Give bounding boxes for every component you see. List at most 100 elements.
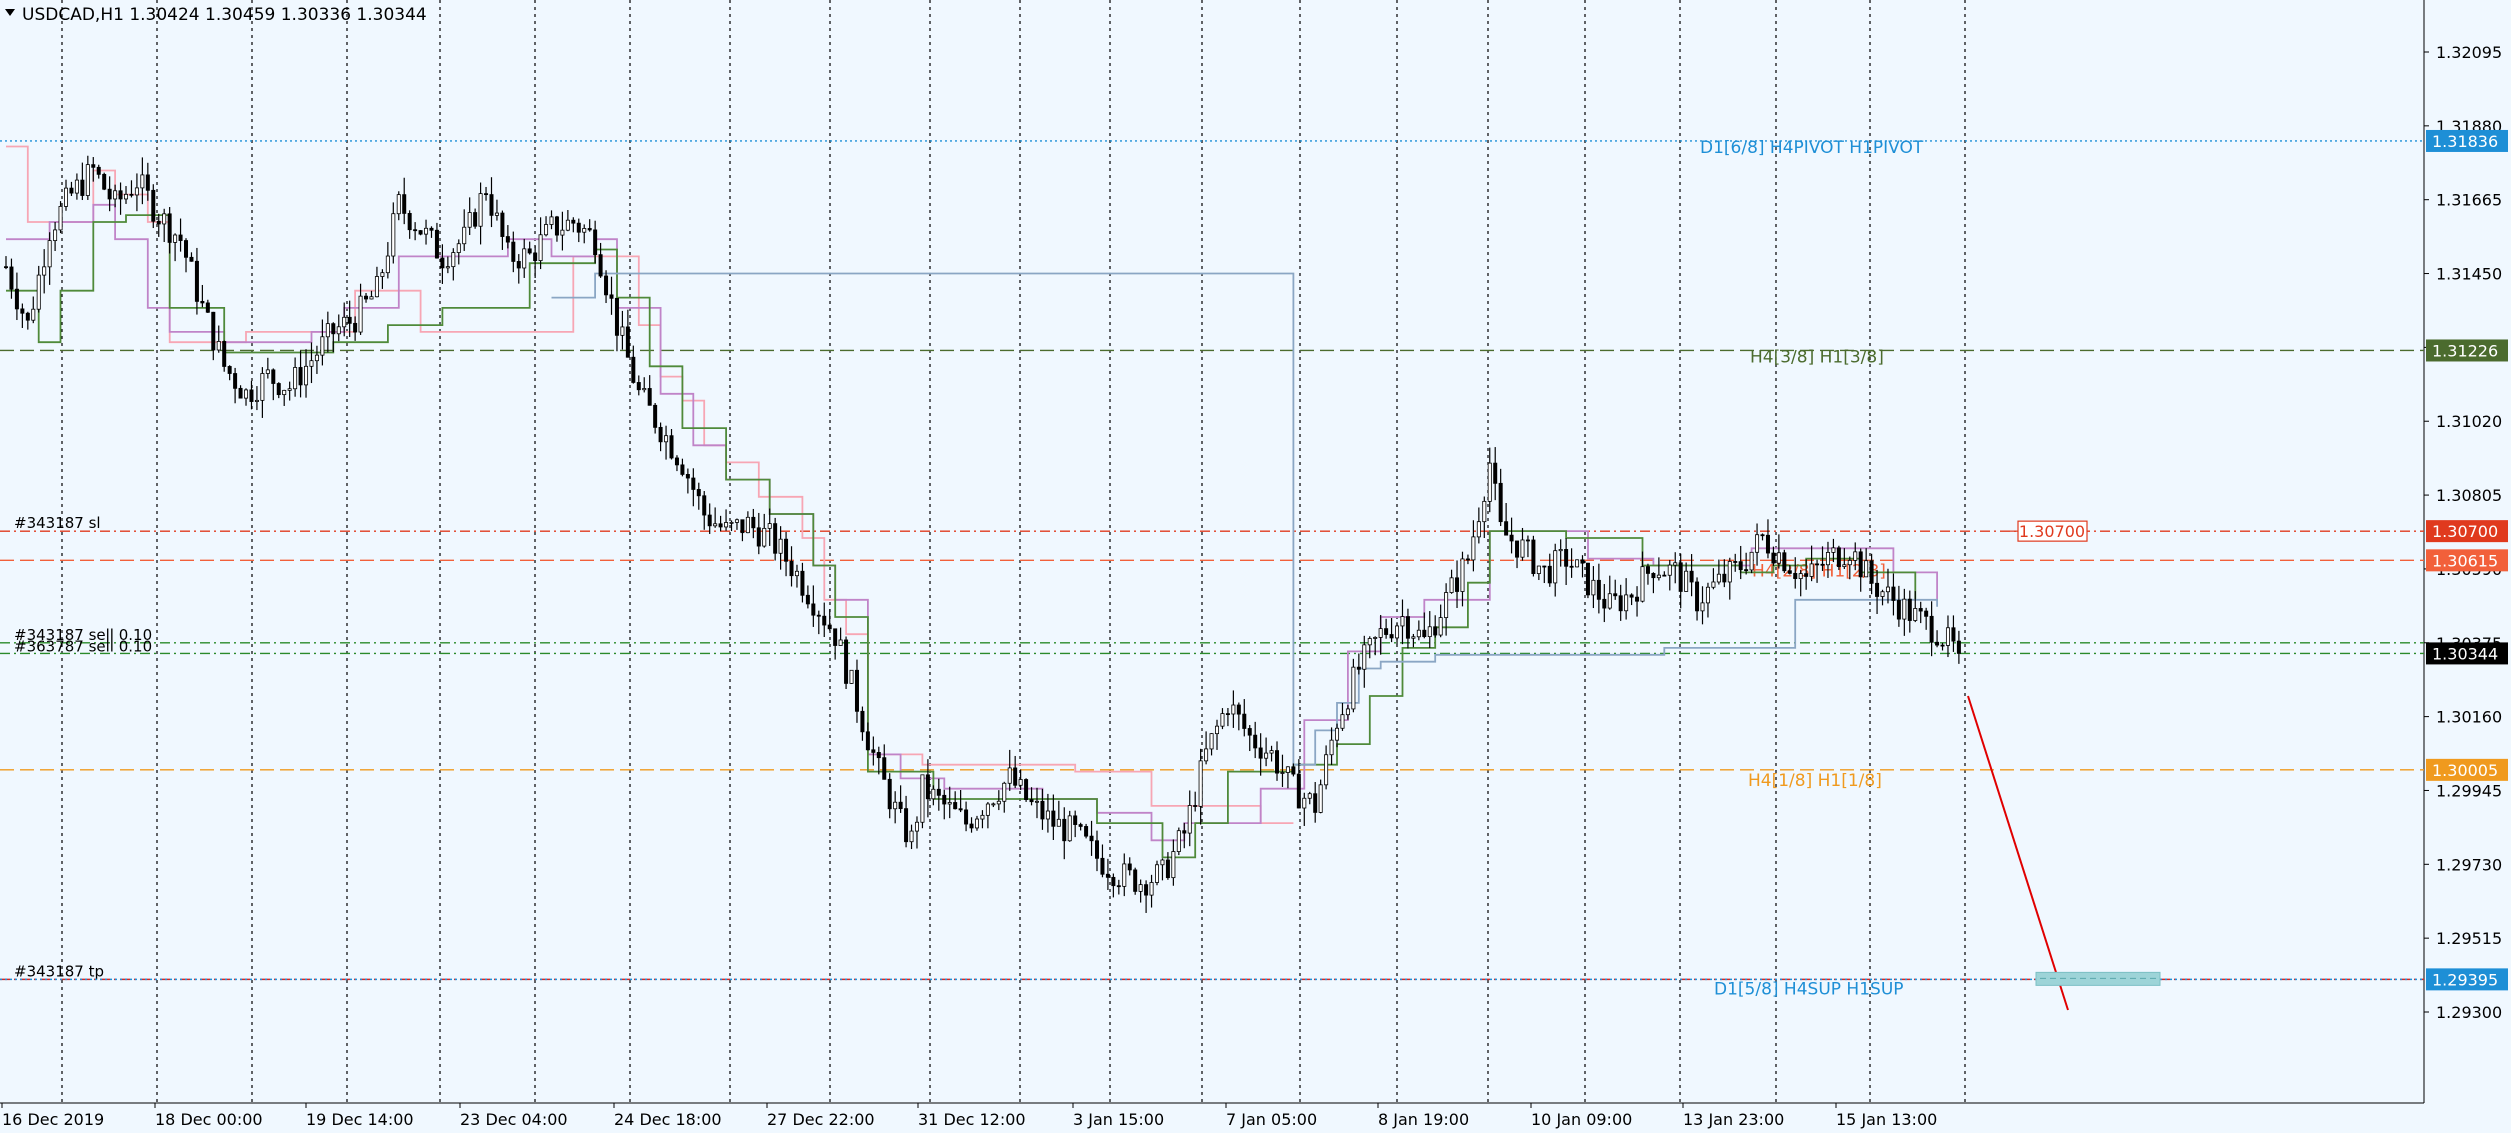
candle-body[interactable] <box>1013 767 1018 786</box>
candle-body[interactable] <box>1220 713 1225 727</box>
candle-body[interactable] <box>560 229 565 236</box>
candle-body[interactable] <box>1318 784 1323 813</box>
candle-body[interactable] <box>636 382 641 391</box>
candle-body[interactable] <box>314 354 319 362</box>
candle-body[interactable] <box>1525 539 1530 542</box>
candle-body[interactable] <box>844 639 849 684</box>
candle-body[interactable] <box>969 823 974 829</box>
candle-body[interactable] <box>664 435 669 443</box>
candle-body[interactable] <box>1345 708 1350 716</box>
candle-body[interactable] <box>1929 615 1934 643</box>
candle-body[interactable] <box>1875 582 1880 597</box>
candle-body[interactable] <box>691 477 696 490</box>
candle-body[interactable] <box>244 389 249 399</box>
candle-body[interactable] <box>462 226 467 245</box>
candle-body[interactable] <box>1853 551 1858 561</box>
candle-body[interactable] <box>1105 873 1110 878</box>
candle-body[interactable] <box>124 193 129 200</box>
candle-body[interactable] <box>47 240 52 268</box>
candle-body[interactable] <box>1258 747 1263 759</box>
candle-body[interactable] <box>227 366 232 374</box>
candle-body[interactable] <box>1449 577 1454 593</box>
candle-body[interactable] <box>1302 797 1307 809</box>
candle-body[interactable] <box>494 212 499 216</box>
candle-body[interactable] <box>1427 626 1432 638</box>
candle-body[interactable] <box>200 300 205 304</box>
candle-body[interactable] <box>1433 626 1438 636</box>
candle-body[interactable] <box>96 166 101 175</box>
candle-body[interactable] <box>936 788 941 796</box>
candle-body[interactable] <box>1225 713 1230 716</box>
candle-body[interactable] <box>1902 598 1907 620</box>
candle-body[interactable] <box>833 628 838 646</box>
candle-body[interactable] <box>811 603 816 616</box>
candle-body[interactable] <box>631 356 636 383</box>
candle-body[interactable] <box>173 234 178 243</box>
candle-body[interactable] <box>1733 561 1738 563</box>
candle-body[interactable] <box>451 252 456 268</box>
candle-body[interactable] <box>489 194 494 216</box>
candle-body[interactable] <box>304 365 309 386</box>
candle-body[interactable] <box>549 216 554 225</box>
candle-body[interactable] <box>1635 596 1640 602</box>
candle-body[interactable] <box>1215 725 1220 735</box>
candle-body[interactable] <box>156 220 161 225</box>
candle-body[interactable] <box>860 710 865 733</box>
candle-body[interactable] <box>669 435 674 459</box>
candle-body[interactable] <box>9 266 14 290</box>
candle-body[interactable] <box>1869 560 1874 584</box>
candle-body[interactable] <box>909 830 914 843</box>
candle-body[interactable] <box>1400 616 1405 627</box>
candle-body[interactable] <box>167 213 172 243</box>
candle-body[interactable] <box>1133 869 1138 892</box>
candle-body[interactable] <box>1815 563 1820 566</box>
candle-body[interactable] <box>1536 565 1541 574</box>
candle-body[interactable] <box>440 257 445 269</box>
candle-body[interactable] <box>336 326 341 335</box>
candle-body[interactable] <box>74 179 79 194</box>
candle-body[interactable] <box>1662 574 1667 577</box>
candle-body[interactable] <box>162 213 167 225</box>
candle-body[interactable] <box>1160 859 1165 866</box>
candle-body[interactable] <box>1405 616 1410 639</box>
candle-body[interactable] <box>1236 704 1241 715</box>
candle-body[interactable] <box>1705 586 1710 604</box>
candle-body[interactable] <box>871 749 876 753</box>
candle-body[interactable] <box>762 527 767 547</box>
candle-body[interactable] <box>1187 805 1192 834</box>
candle-body[interactable] <box>194 260 199 302</box>
candle-body[interactable] <box>1804 573 1809 577</box>
candle-body[interactable] <box>538 234 543 261</box>
candle-body[interactable] <box>1727 561 1732 583</box>
candle-body[interactable] <box>1351 666 1356 710</box>
candle-body[interactable] <box>260 373 265 401</box>
candle-body[interactable] <box>1247 728 1252 736</box>
candle-body[interactable] <box>80 179 85 196</box>
candle-body[interactable] <box>609 294 614 299</box>
candle-body[interactable] <box>964 809 969 825</box>
candle-body[interactable] <box>271 369 276 384</box>
candle-body[interactable] <box>1378 628 1383 638</box>
candle-body[interactable] <box>1716 573 1721 583</box>
candle-body[interactable] <box>1722 573 1727 583</box>
candle-body[interactable] <box>516 261 521 269</box>
candle-body[interactable] <box>407 213 412 231</box>
candle-body[interactable] <box>653 404 658 428</box>
candle-body[interactable] <box>1335 727 1340 741</box>
candle-body[interactable] <box>745 516 750 534</box>
candle-body[interactable] <box>1782 552 1787 572</box>
candle-body[interactable] <box>347 316 352 324</box>
candle-body[interactable] <box>265 369 270 374</box>
candle-body[interactable] <box>1504 521 1509 536</box>
candle-body[interactable] <box>211 311 216 351</box>
candle-body[interactable] <box>391 213 396 257</box>
candle-body[interactable] <box>767 523 772 529</box>
candle-body[interactable] <box>1422 629 1427 638</box>
candle-body[interactable] <box>1285 766 1290 773</box>
candle-body[interactable] <box>849 669 854 684</box>
candle-body[interactable] <box>1891 586 1896 601</box>
candle-body[interactable] <box>1656 574 1661 579</box>
candle-body[interactable] <box>14 288 19 310</box>
candle-body[interactable] <box>1771 552 1776 564</box>
candle-body[interactable] <box>293 367 298 390</box>
